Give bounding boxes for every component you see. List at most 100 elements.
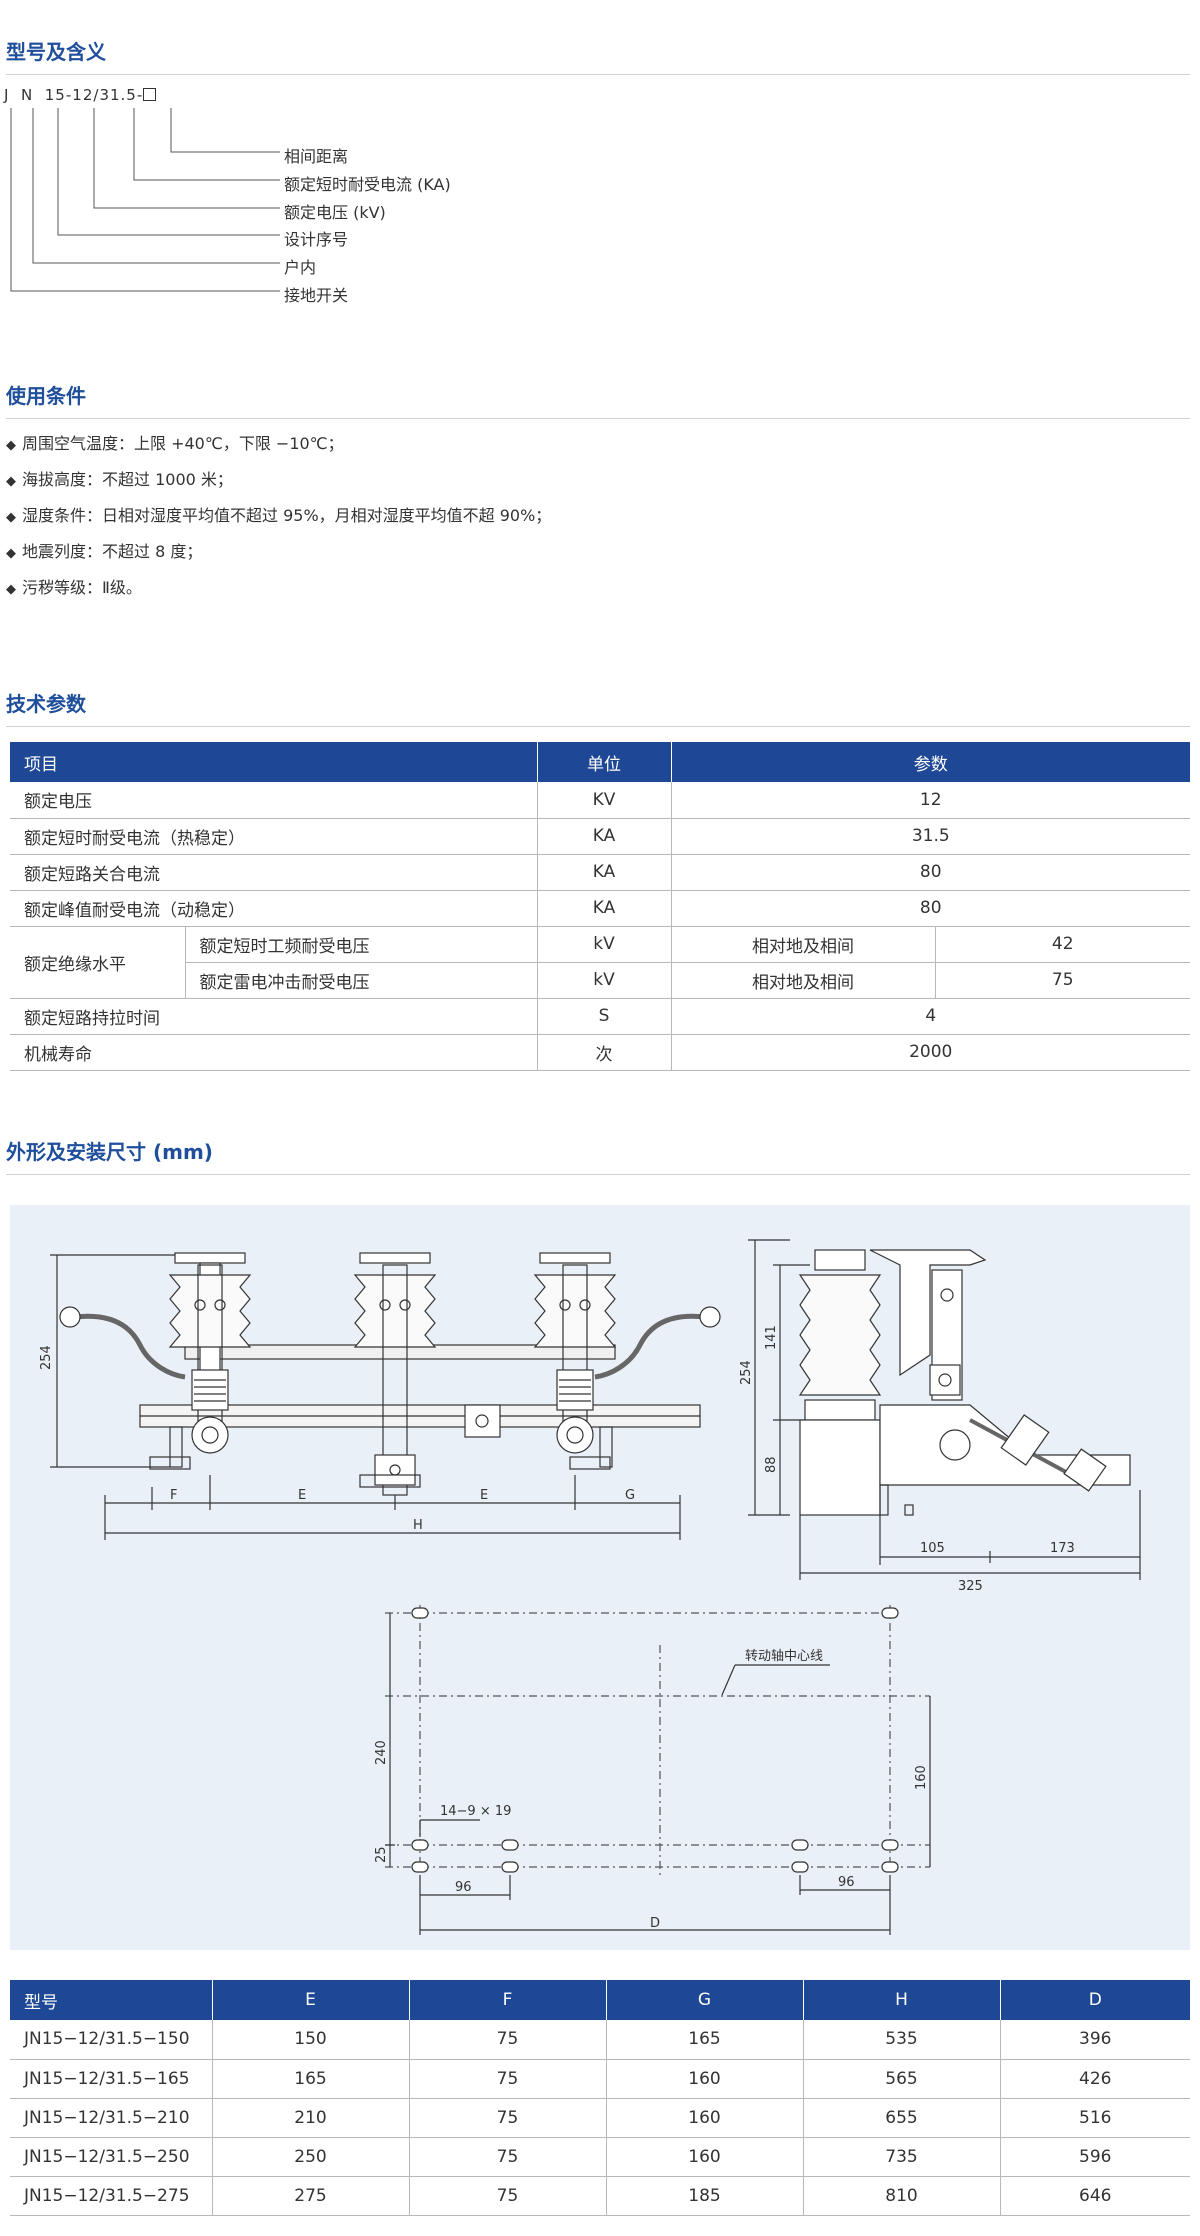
table-row: JN15−12/31.5−165 165 75 160 565 426 — [10, 2059, 1190, 2099]
table-cell: JN15−12/31.5−250 — [10, 2137, 213, 2177]
diamond-bullet-icon: ◆ — [6, 438, 16, 453]
table-cell: KV — [537, 782, 672, 819]
table-cell: JN15−12/31.5−210 — [10, 2098, 213, 2138]
diamond-bullet-icon: ◆ — [6, 582, 16, 597]
meaning-phase-distance: 相间距离 — [284, 147, 349, 166]
table-cell: 810 — [803, 2176, 1001, 2216]
table-header-cell: G — [606, 1980, 804, 2020]
table-cell: 646 — [1000, 2176, 1190, 2216]
condition-item: ◆ 周围空气温度：上限 +40℃，下限 −10℃； — [6, 434, 344, 453]
table-row: JN15−12/31.5−250 250 75 160 735 596 — [10, 2137, 1190, 2177]
table-cell: 75 — [409, 2176, 607, 2216]
condition-item: ◆ 海拔高度：不超过 1000 米； — [6, 470, 233, 489]
diamond-bullet-icon: ◆ — [6, 546, 16, 561]
table-cell: 250 — [212, 2137, 410, 2177]
insulation-level-label: 额定绝缘水平 — [10, 926, 186, 999]
diamond-bullet-icon: ◆ — [6, 474, 16, 489]
table-cell: 额定短时耐受电流（热稳定） — [10, 818, 538, 855]
divider — [6, 74, 1190, 75]
meaning-indoor: 户内 — [284, 258, 317, 277]
table-row: JN15−12/31.5−150 150 75 165 535 396 — [10, 2020, 1190, 2060]
table-cell: 160 — [606, 2098, 804, 2138]
table-cell: S — [537, 998, 672, 1035]
meaning-short-time-current: 额定短时耐受电流 (KA) — [284, 175, 451, 194]
divider — [6, 418, 1190, 419]
table-cell: 80 — [671, 854, 1190, 891]
dim-F-label: F — [170, 1488, 177, 1503]
side-width-105-label: 105 — [920, 1541, 945, 1556]
meaning-design-serial: 设计序号 — [284, 230, 349, 249]
table-row: 额定短时耐受电流（热稳定） KA 31.5 — [10, 818, 1190, 855]
col-header-param: 参数 — [671, 742, 1190, 782]
table-cell: 185 — [606, 2176, 804, 2216]
divider — [6, 1174, 1190, 1175]
dim-E-label: E — [480, 1488, 488, 1503]
condition-item: ◆ 污秽等级：Ⅱ级。 — [6, 578, 142, 597]
table-row: 机械寿命 次 2000 — [10, 1034, 1190, 1071]
table-cell: 额定短时工频耐受电压 — [185, 926, 538, 963]
table-cell: 210 — [212, 2098, 410, 2138]
model-code-leader-lines — [10, 108, 280, 292]
side-width-173-label: 173 — [1050, 1541, 1075, 1556]
table-cell: 2000 — [671, 1034, 1190, 1071]
table-cell: 12 — [671, 782, 1190, 819]
dim-E-label: E — [298, 1488, 306, 1503]
side-upper-height-label: 141 — [764, 1325, 779, 1350]
tech-params-table: 项目 单位 参数 额定电压 KV 12 额定短时耐受电流（热稳定） KA 31.… — [10, 742, 1190, 1071]
table-row: 额定短路持拉时间 S 4 — [10, 998, 1190, 1035]
table-cell: 80 — [671, 890, 1190, 927]
plan-96-right-label: 96 — [838, 1875, 855, 1890]
section-title-model: 型号及含义 — [6, 40, 106, 64]
table-cell: 150 — [212, 2020, 410, 2060]
table-cell: 额定短路持拉时间 — [10, 998, 538, 1035]
dim-G-label: G — [625, 1488, 635, 1503]
table-cell: JN15−12/31.5−165 — [10, 2059, 213, 2099]
plan-96-left-label: 96 — [455, 1880, 472, 1895]
meaning-earthing-switch: 接地开关 — [284, 286, 349, 305]
table-cell: 31.5 — [671, 818, 1190, 855]
table-header-cell: F — [409, 1980, 607, 2020]
table-cell: 42 — [935, 926, 1190, 963]
table-cell: 额定短路关合电流 — [10, 854, 538, 891]
table-row: 额定峰值耐受电流（动稳定） KA 80 — [10, 890, 1190, 927]
table-cell: JN15−12/31.5−150 — [10, 2020, 213, 2060]
table-cell: 75 — [935, 962, 1190, 999]
diamond-bullet-icon: ◆ — [6, 510, 16, 525]
table-cell: 516 — [1000, 2098, 1190, 2138]
table-header-cell: H — [803, 1980, 1001, 2020]
table-row: 额定短路关合电流 KA 80 — [10, 854, 1190, 891]
table-header-row: 型号 E F G H D — [10, 1980, 1190, 2020]
condition-item: ◆ 湿度条件：日相对湿度平均值不超过 95%，月相对湿度平均值不超 90%； — [6, 506, 552, 525]
table-row: 额定雷电冲击耐受电压 kV 相对地及相间 75 — [10, 962, 1190, 999]
technical-drawing-svg: 254 F E E G H 254 141 88 105 173 325 转动轴… — [39, 1239, 1141, 1935]
table-cell: kV — [537, 926, 672, 963]
table-cell: 165 — [606, 2020, 804, 2060]
plan-D-label: D — [650, 1916, 660, 1931]
meaning-rated-voltage: 额定电压 (kV) — [284, 203, 386, 222]
table-cell: 160 — [606, 2059, 804, 2099]
table-row: JN15−12/31.5−210 210 75 160 655 516 — [10, 2098, 1190, 2138]
side-total-width-label: 325 — [958, 1579, 983, 1594]
section-title-dimensions: 外形及安装尺寸 (mm) — [6, 1140, 213, 1164]
table-cell: 4 — [671, 998, 1190, 1035]
condition-item: ◆ 地震列度：不超过 8 度； — [6, 542, 203, 561]
table-cell: 相对地及相间 — [671, 962, 936, 999]
front-height-label: 254 — [39, 1345, 54, 1370]
plan-160-label: 160 — [914, 1765, 929, 1790]
table-cell: KA — [537, 890, 672, 927]
table-row: 额定电压 KV 12 — [10, 782, 1190, 819]
table-cell: 426 — [1000, 2059, 1190, 2099]
table-header-cell: E — [212, 1980, 410, 2020]
dimensions-table: 型号 E F G H D JN15−12/31.5−150 150 75 165 535… — [10, 1980, 1190, 2216]
side-total-height-label: 254 — [739, 1360, 754, 1385]
table-cell: KA — [537, 854, 672, 891]
table-cell: 机械寿命 — [10, 1034, 538, 1071]
table-cell: 相对地及相间 — [671, 926, 936, 963]
plan-25-label: 25 — [374, 1846, 389, 1863]
table-cell: KA — [537, 818, 672, 855]
table-row: JN15−12/31.5−275 275 75 185 810 646 — [10, 2176, 1190, 2216]
table-cell: 75 — [409, 2059, 607, 2099]
table-header-cell: D — [1000, 1980, 1190, 2020]
dimension-drawing: 254 F E E G H 254 141 88 105 173 325 转动轴… — [10, 1205, 1190, 1950]
section-title-conditions: 使用条件 — [6, 384, 86, 408]
